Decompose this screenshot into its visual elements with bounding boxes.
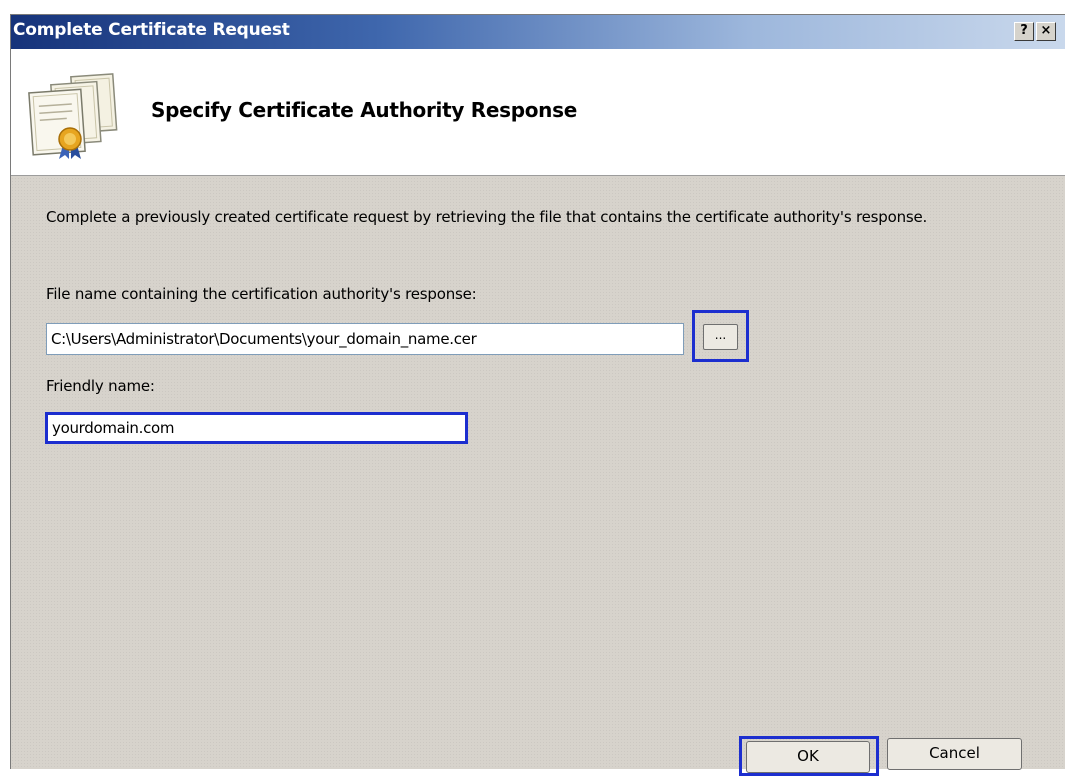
description-text: Complete a previously created certificat… xyxy=(46,208,928,226)
friendly-name-input[interactable] xyxy=(45,412,468,444)
close-button[interactable]: × xyxy=(1036,22,1056,41)
complete-certificate-request-dialog: Complete Certificate Request ? × Specify… xyxy=(10,14,1065,769)
help-button[interactable]: ? xyxy=(1014,22,1034,41)
ok-button[interactable]: OK xyxy=(746,741,870,773)
friendly-name-label: Friendly name: xyxy=(46,377,155,395)
browse-highlight: ... xyxy=(692,310,749,362)
dialog-content: Complete a previously created certificat… xyxy=(11,176,1065,769)
dialog-header: Specify Certificate Authority Response xyxy=(11,49,1065,176)
file-name-input[interactable] xyxy=(46,323,684,355)
certificate-stack-icon xyxy=(28,73,118,159)
title-bar[interactable]: Complete Certificate Request ? × xyxy=(11,15,1065,49)
window-title: Complete Certificate Request xyxy=(13,20,290,40)
browse-button[interactable]: ... xyxy=(703,324,738,350)
cancel-button[interactable]: Cancel xyxy=(887,738,1022,770)
file-name-label: File name containing the certification a… xyxy=(46,285,477,303)
header-title: Specify Certificate Authority Response xyxy=(151,98,577,122)
